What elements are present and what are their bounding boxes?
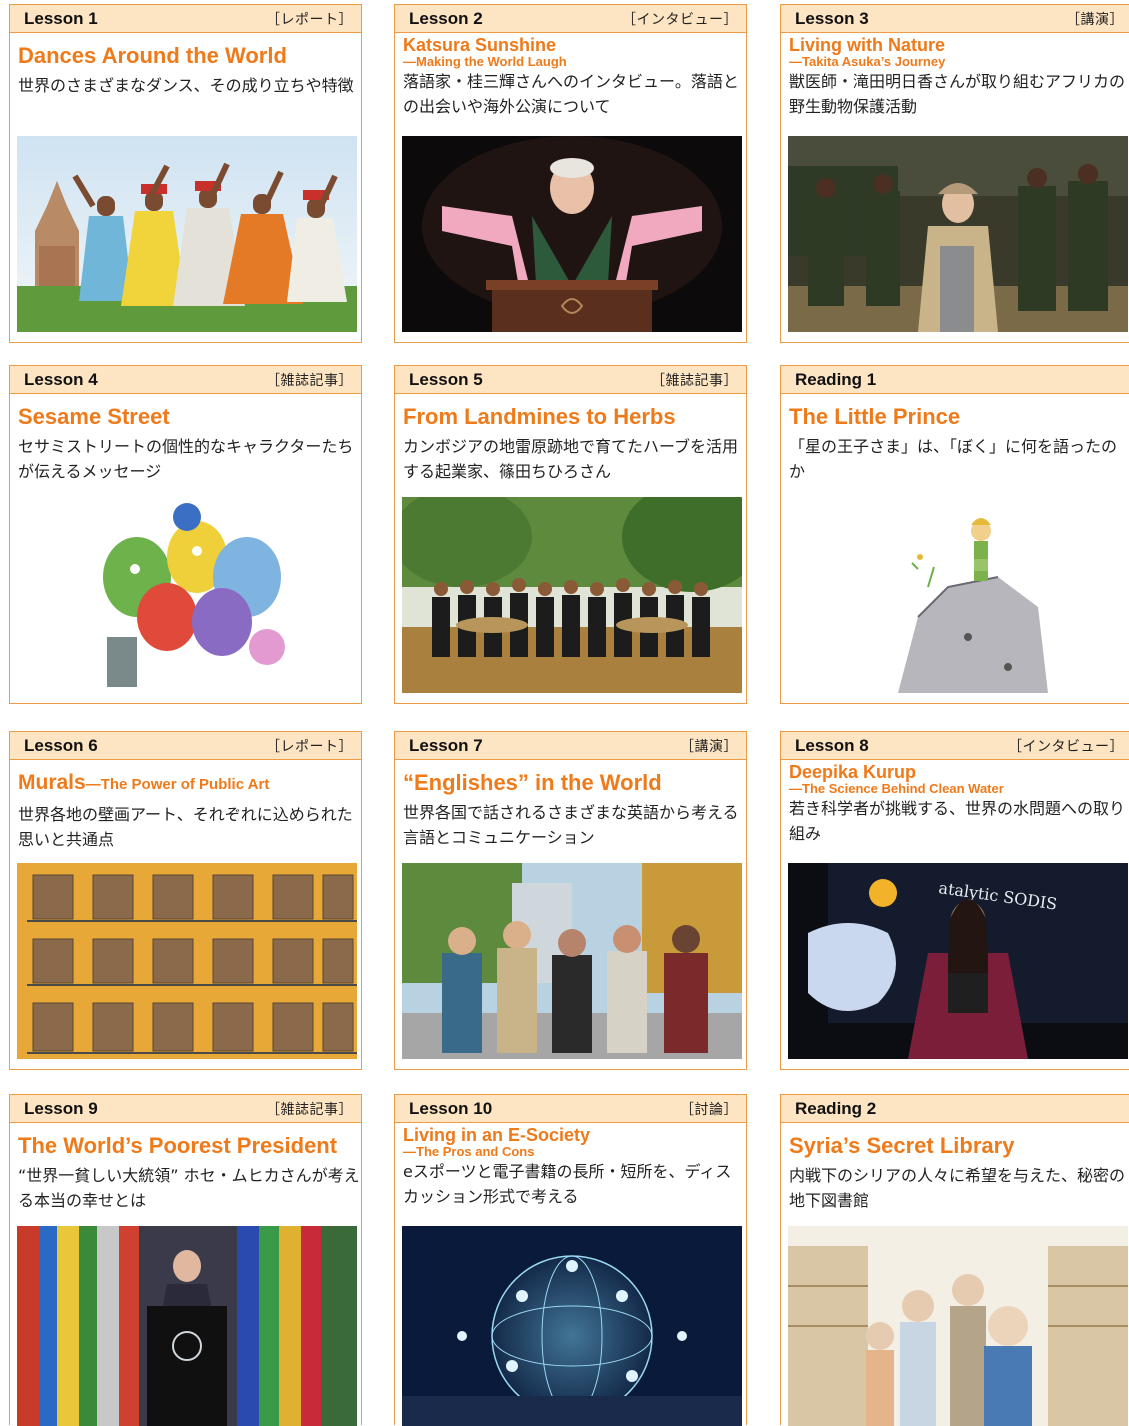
lesson-card-3: Lesson 3 ［講演］ Living with Nature —Takita…: [780, 4, 1129, 343]
rakugo-performer-photo: [402, 136, 742, 332]
lesson-description: eスポーツと電子書籍の長所・短所を、ディスカッション形式で考える: [403, 1162, 732, 1206]
lesson-subtitle: —Takita Asuka’s Journey: [789, 54, 946, 69]
lesson-description: セサミストリートの個性的なキャラクターたちが伝えるメッセージ: [18, 437, 354, 481]
lesson-title: Dances Around the World: [18, 43, 287, 68]
lesson-title: From Landmines to Herbs: [403, 404, 676, 429]
genre-label: ［雑誌記事］: [266, 372, 353, 389]
lesson-card-6: Lesson 6 ［レポート］ Murals—The Power of Publ…: [9, 731, 362, 1070]
card-header: Lesson 4 ［雑誌記事］: [10, 366, 361, 394]
genre-label: ［雑誌記事］: [266, 1101, 353, 1118]
lesson-card-9: Lesson 9 ［雑誌記事］ The World’s Poorest Pres…: [9, 1094, 362, 1426]
rangers-photo: [788, 136, 1128, 332]
card-header: Lesson 6 ［レポート］: [10, 732, 361, 760]
lesson-label: Reading 1: [795, 369, 877, 389]
lesson-description: “世界一貧しい大統領” ホセ・ムヒカさんが考える本当の幸せとは: [18, 1166, 360, 1210]
herb-team-photo: [402, 497, 742, 693]
lesson-subtitle: —The Science Behind Clean Water: [789, 781, 1004, 796]
lesson-description: 若き科学者が挑戦する、世界の水問題への取り組み: [789, 799, 1126, 843]
lesson-description: 「星の王子さま」は、「ぼく」に何を語ったのか: [789, 437, 1118, 481]
reading-card-2: Reading 2 Syria’s Secret Library 内戦下のシリア…: [780, 1094, 1129, 1426]
lesson-title: Sesame Street: [18, 404, 170, 429]
lesson-card-8: Lesson 8 ［インタビュー］ Deepika Kurup —The Sci…: [780, 731, 1129, 1070]
lesson-title: Living with Nature: [789, 35, 946, 55]
library-illustration: [788, 1226, 1128, 1426]
mural-building-photo: [17, 863, 357, 1059]
lesson-label: Lesson 9: [24, 1098, 98, 1118]
lesson-label: Lesson 4: [24, 369, 98, 389]
lesson-description: 獣医師・滝田明日香さんが取り組むアフリカの野生動物保護活動: [789, 72, 1126, 116]
lesson-card-7: Lesson 7 ［講演］ “Englishes” in the World 世…: [394, 731, 747, 1070]
lesson-title-block: Katsura Sunshine —Making the World Laugh: [403, 36, 746, 68]
lesson-description: カンボジアの地雷原跡地で育てたハーブを活用する起業家、篠田ちひろさん: [403, 437, 739, 481]
lesson-title: The Little Prince: [789, 404, 961, 429]
lesson-description: 内戦下のシリアの人々に希望を与えた、秘密の地下図書館: [789, 1166, 1126, 1210]
lesson-title: Living in an E-Society: [403, 1125, 591, 1145]
genre-label: ［レポート］: [266, 738, 353, 755]
stage-speaker-photo: atalytic SODIS: [788, 863, 1128, 1059]
lesson-title-block: Murals—The Power of Public Art: [18, 770, 361, 798]
lesson-title-block: Living with Nature —Takita Asuka’s Journ…: [789, 36, 1129, 68]
lesson-description: 落語家・桂三輝さんへのインタビュー。落語との出会いや海外公演について: [403, 72, 739, 116]
card-header: Lesson 8 ［インタビュー］: [781, 732, 1129, 760]
digital-network-photo: [402, 1226, 742, 1426]
lesson-subtitle: —The Pros and Cons: [403, 1144, 535, 1159]
lesson-label: Lesson 8: [795, 735, 869, 755]
lesson-title: Murals: [18, 771, 86, 794]
card-header: Lesson 9 ［雑誌記事］: [10, 1095, 361, 1123]
lesson-description: 世界のさまざまなダンス、その成り立ちや特徴: [18, 76, 354, 95]
lesson-label: Lesson 2: [409, 8, 483, 28]
lesson-label: Lesson 7: [409, 735, 483, 755]
lesson-card-4: Lesson 4 ［雑誌記事］ Sesame Street セサミストリートの個…: [9, 365, 362, 704]
lesson-card-2: Lesson 2 ［インタビュー］ Katsura Sunshine —Maki…: [394, 4, 747, 343]
lesson-title: Syria’s Secret Library: [789, 1133, 1015, 1158]
lesson-label: Lesson 6: [24, 735, 98, 755]
lesson-title: “Englishes” in the World: [403, 770, 662, 795]
lesson-title: Katsura Sunshine: [403, 35, 557, 55]
lesson-card-5: Lesson 5 ［雑誌記事］ From Landmines to Herbs …: [394, 365, 747, 704]
lesson-title-block: Deepika Kurup —The Science Behind Clean …: [789, 763, 1129, 795]
lesson-label: Lesson 5: [409, 369, 483, 389]
card-header: Reading 2: [781, 1095, 1129, 1123]
genre-label: ［雑誌記事］: [651, 372, 738, 389]
lesson-label: Lesson 3: [795, 8, 869, 28]
lesson-card-10: Lesson 10 ［討論］ Living in an E-Society —T…: [394, 1094, 747, 1426]
card-header: Reading 1: [781, 366, 1129, 394]
lesson-subtitle: —Making the World Laugh: [403, 54, 567, 69]
genre-label: ［インタビュー］: [622, 11, 738, 28]
card-header: Lesson 7 ［講演］: [395, 732, 746, 760]
card-header: Lesson 5 ［雑誌記事］: [395, 366, 746, 394]
dancers-photo: [17, 136, 357, 332]
card-header: Lesson 3 ［講演］: [781, 5, 1129, 33]
lesson-title-block: Living in an E-Society —The Pros and Con…: [403, 1126, 746, 1158]
genre-label: ［インタビュー］: [1008, 738, 1124, 755]
president-podium-photo: [17, 1226, 357, 1426]
genre-label: ［講演］: [680, 738, 738, 755]
genre-label: ［講演］: [1066, 11, 1124, 28]
lesson-subtitle: —The Power of Public Art: [85, 776, 270, 793]
genre-label: ［討論］: [680, 1101, 738, 1118]
lesson-label: Lesson 10: [409, 1098, 493, 1118]
card-header: Lesson 10 ［討論］: [395, 1095, 746, 1123]
lesson-description: 世界各地の壁画アート、それぞれに込められた思いと共通点: [18, 805, 353, 849]
card-header: Lesson 2 ［インタビュー］: [395, 5, 746, 33]
muppets-photo: [17, 497, 357, 693]
card-header: Lesson 1 ［レポート］: [10, 5, 361, 33]
lesson-label: Reading 2: [795, 1098, 877, 1118]
lesson-label: Lesson 1: [24, 8, 98, 28]
lesson-title: Deepika Kurup: [789, 762, 917, 782]
little-prince-illustration: [788, 497, 1128, 693]
students-walking-photo: [402, 863, 742, 1059]
lesson-card-1: Lesson 1 ［レポート］ Dances Around the World …: [9, 4, 362, 343]
lesson-description: 世界各国で話されるさまざまな英語から考える言語とコミュニケーション: [403, 803, 739, 847]
reading-card-1: Reading 1 The Little Prince 「星の王子さま」は、「ぼ…: [780, 365, 1129, 704]
lesson-title: The World’s Poorest President: [18, 1133, 338, 1158]
genre-label: ［レポート］: [266, 11, 353, 28]
